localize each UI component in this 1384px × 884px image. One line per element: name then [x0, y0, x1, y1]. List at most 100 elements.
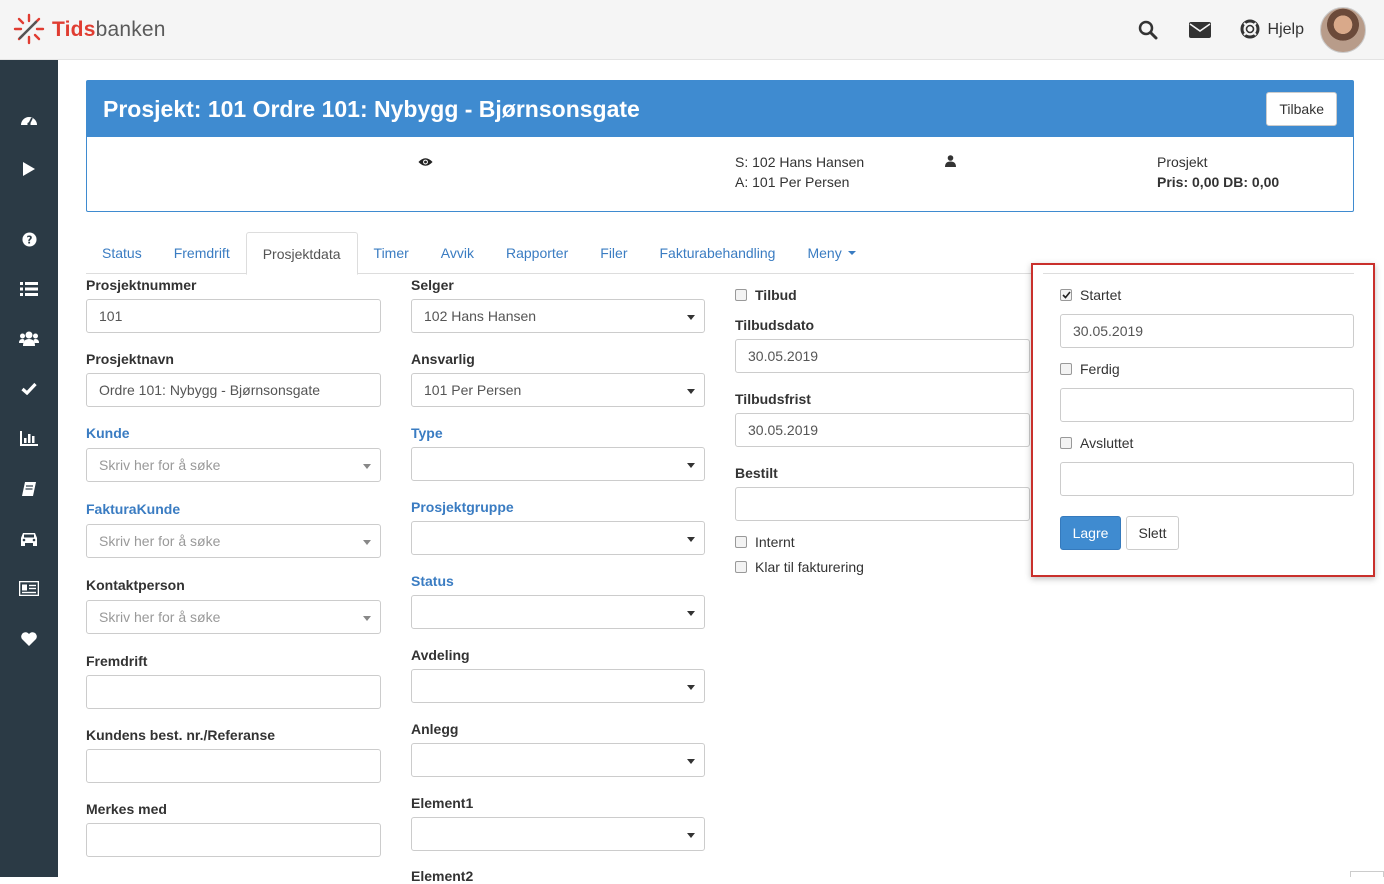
envelope-icon[interactable] [1188, 18, 1212, 42]
ferdig-checkbox[interactable]: Ferdig [1060, 361, 1120, 377]
chevron-down-icon [687, 315, 695, 320]
tilbudsdato-input[interactable]: 30.05.2019 [735, 339, 1030, 373]
sidebar-item-dashboard[interactable] [0, 105, 58, 137]
kunde-search-select[interactable]: Skriv her for å søke [86, 448, 381, 482]
sidebar-item-tasks[interactable] [0, 374, 58, 406]
sidebar-item-help[interactable]: ? [0, 225, 58, 257]
type-link[interactable]: Type [411, 425, 443, 441]
kunde-link[interactable]: Kunde [86, 425, 130, 441]
avdeling-select[interactable] [411, 669, 705, 703]
ferdig-date-input[interactable] [1060, 388, 1354, 422]
prosjektnummer-input[interactable]: 101 [86, 299, 381, 333]
user-avatar[interactable] [1320, 7, 1366, 53]
book-icon [21, 481, 37, 500]
fakturakunde-search-select[interactable]: Skriv her for å søke [86, 524, 381, 558]
sidebar-item-vehicles[interactable] [0, 524, 58, 556]
avsluttet-checkbox[interactable]: Avsluttet [1060, 435, 1133, 451]
tab-filer[interactable]: Filer [584, 232, 643, 274]
scroll-to-top-button[interactable] [1350, 871, 1384, 877]
referanse-input[interactable] [86, 749, 381, 783]
chevron-down-icon [687, 759, 695, 764]
sidebar-item-reports[interactable] [0, 424, 58, 456]
tilbudsfrist-label: Tilbudsfrist [735, 391, 811, 407]
search-icon[interactable] [1136, 18, 1160, 42]
tilbud-label: Tilbud [755, 287, 797, 303]
ansvarlig-select[interactable]: 101 Per Persen [411, 373, 705, 407]
tab-meny-label: Meny [807, 245, 842, 261]
internt-checkbox[interactable]: Internt [735, 534, 795, 550]
type-select[interactable] [411, 447, 705, 481]
fremdrift-label: Fremdrift [86, 653, 148, 669]
tab-timer[interactable]: Timer [358, 232, 425, 274]
tab-status[interactable]: Status [86, 232, 158, 274]
checkbox-box [735, 536, 747, 548]
chevron-down-icon [687, 685, 695, 690]
project-type-label: Prosjekt [1157, 154, 1208, 170]
element1-select[interactable] [411, 817, 705, 851]
sidebar-item-book[interactable] [0, 474, 58, 506]
tilbud-checkbox[interactable]: Tilbud [735, 287, 797, 303]
brand-logo[interactable]: Tidsbanken [12, 13, 166, 47]
question-icon: ? [21, 232, 37, 250]
checkbox-box [1060, 363, 1072, 375]
tab-fakturabehandling[interactable]: Fakturabehandling [644, 232, 792, 274]
kontaktperson-search-select[interactable]: Skriv her for å søke [86, 600, 381, 634]
fremdrift-input[interactable] [86, 675, 381, 709]
startet-checkbox[interactable]: Startet [1060, 287, 1121, 303]
tab-fremdrift[interactable]: Fremdrift [158, 232, 246, 274]
anlegg-select[interactable] [411, 743, 705, 777]
checkbox-box [735, 561, 747, 573]
startet-date-input[interactable]: 30.05.2019 [1060, 314, 1354, 348]
project-panel-header: Prosjekt: 101 Ordre 101: Nybygg - Bjørns… [87, 81, 1353, 137]
sidebar-item-favorites[interactable] [0, 624, 58, 656]
chevron-down-icon [847, 251, 856, 255]
help-button[interactable]: Hjelp [1240, 19, 1304, 42]
referanse-label: Kundens best. nr./Referanse [86, 727, 276, 743]
internt-label: Internt [755, 534, 795, 550]
id-card-icon [18, 580, 40, 599]
brand-name-part1: Tids [52, 18, 96, 41]
sidebar-item-users[interactable] [0, 324, 58, 356]
chevron-down-icon [687, 389, 695, 394]
logo-star-icon [12, 12, 46, 49]
tilbudsdato-label: Tilbudsdato [735, 317, 815, 333]
tilbudsfrist-input[interactable]: 30.05.2019 [735, 413, 1030, 447]
tab-rapporter[interactable]: Rapporter [490, 232, 584, 274]
startet-label: Startet [1080, 287, 1122, 303]
save-button[interactable]: Lagre [1060, 516, 1121, 550]
person-icon [945, 154, 956, 170]
page-title: Prosjekt: 101 Ordre 101: Nybygg - Bjørns… [103, 95, 640, 122]
bar-chart-icon [20, 431, 38, 449]
prosjektgruppe-link[interactable]: Prosjektgruppe [411, 499, 514, 515]
prosjektnavn-input[interactable]: Ordre 101: Nybygg - Bjørnsonsgate [86, 373, 381, 407]
project-summary: S: 102 Hans Hansen A: 101 Per Persen Pro… [87, 137, 1353, 211]
element1-label: Element1 [411, 795, 474, 811]
sidebar-item-list[interactable] [0, 274, 58, 306]
back-button[interactable]: Tilbake [1266, 92, 1337, 126]
delete-button[interactable]: Slett [1126, 516, 1179, 550]
merkes-med-input[interactable] [86, 823, 381, 857]
tab-meny[interactable]: Meny [791, 232, 871, 274]
sidebar-item-play[interactable] [0, 154, 58, 186]
chevron-down-icon [687, 611, 695, 616]
tab-prosjektdata[interactable]: Prosjektdata [245, 232, 358, 275]
fakturakunde-link[interactable]: FakturaKunde [86, 501, 180, 517]
lifebuoy-icon [1240, 19, 1260, 42]
status-link[interactable]: Status [411, 573, 454, 589]
avsluttet-date-input[interactable] [1060, 462, 1354, 496]
sidebar-item-cards[interactable] [0, 574, 58, 606]
avsluttet-label: Avsluttet [1080, 435, 1134, 451]
kontaktperson-label: Kontaktperson [86, 577, 185, 593]
selger-select[interactable]: 102 Hans Hansen [411, 299, 705, 333]
eye-icon[interactable] [418, 154, 433, 170]
checkbox-box [735, 289, 747, 301]
selger-value: 102 Hans Hansen [424, 308, 537, 324]
brand-name-part2: banken [95, 18, 166, 41]
klar-til-fakturering-checkbox[interactable]: Klar til fakturering [735, 559, 864, 575]
selger-label: Selger [411, 277, 454, 293]
prosjektgruppe-select[interactable] [411, 521, 705, 555]
bestilt-input[interactable] [735, 487, 1030, 521]
status-select[interactable] [411, 595, 705, 629]
tab-avvik[interactable]: Avvik [425, 232, 490, 274]
checkbox-box [1060, 437, 1072, 449]
